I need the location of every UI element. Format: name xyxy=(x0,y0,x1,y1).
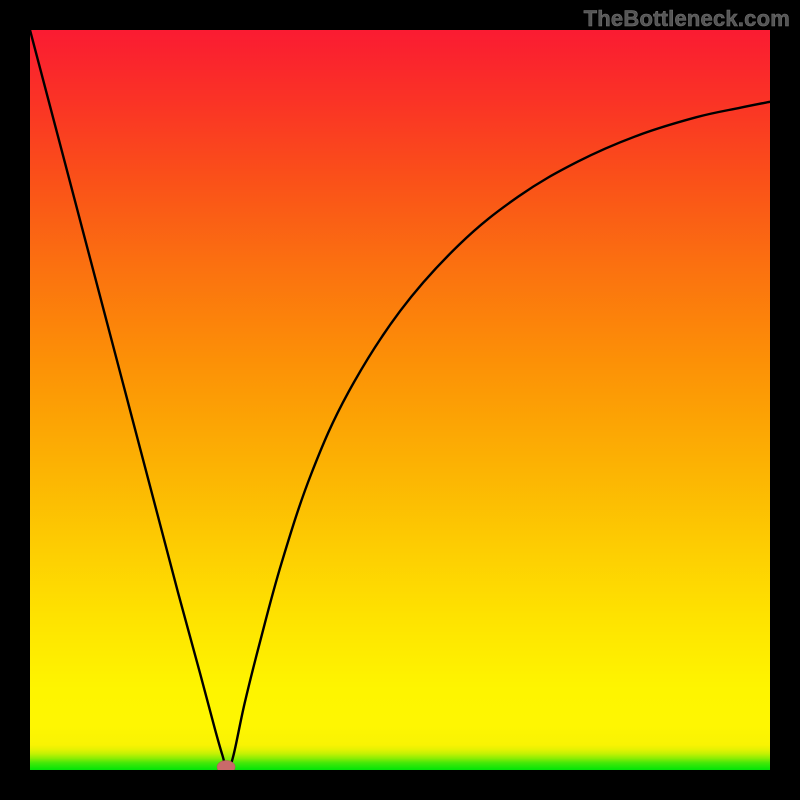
watermark-text: TheBottleneck.com xyxy=(584,6,790,32)
bottleneck-curve xyxy=(30,30,770,770)
curve-svg xyxy=(30,30,770,770)
chart-frame: TheBottleneck.com xyxy=(0,0,800,800)
plot-area xyxy=(30,30,770,770)
